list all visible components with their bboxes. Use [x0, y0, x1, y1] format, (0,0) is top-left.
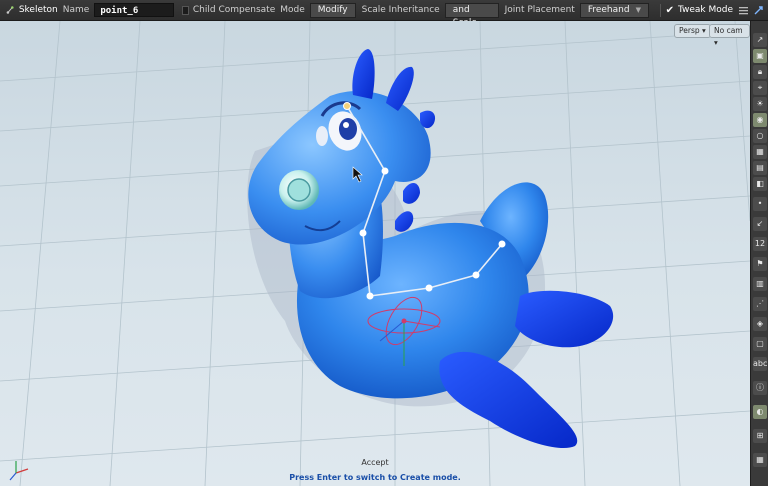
status-hint: Press Enter to switch to Create mode. — [289, 473, 461, 482]
box-icon[interactable]: ▢ — [753, 337, 767, 351]
skeleton-bone-icon — [6, 6, 14, 14]
joint-spine-2[interactable] — [472, 271, 480, 279]
tweak-mode-check-icon[interactable]: ✔ — [666, 5, 674, 16]
bulb-icon-2[interactable]: ○ — [753, 129, 767, 143]
name-field[interactable]: point_6 — [94, 3, 175, 17]
joint-placement-dropdown[interactable]: Freehand ▼ — [579, 2, 649, 18]
abc-icon[interactable]: abc — [753, 357, 767, 371]
view-icon[interactable]: ▣ — [753, 49, 767, 63]
handle-icon[interactable] — [753, 5, 764, 16]
point-icon[interactable]: ⋰ — [753, 297, 767, 311]
scene-viewport[interactable]: Persp ▾ No cam ▾ Accept Press Enter to s… — [0, 21, 750, 486]
houdini-app: Skeleton Name point_6 Child Compensate M… — [0, 0, 768, 486]
light-bulb-icon[interactable]: ◐ — [753, 405, 767, 419]
child-compensate-label: Child Compensate — [192, 5, 276, 15]
display-options-shelf: ↗ ▣ 🔒︎ ⌖ ☀ ◉ ○ ▦ ▤ ◧ • ↙ 12 ⚑ ▥ ⋰ ◈ ▢ ab… — [750, 21, 768, 486]
persp-label: Persp — [679, 26, 700, 35]
lock-icon[interactable]: 🔒︎ — [753, 65, 767, 79]
mode-label: Mode — [280, 5, 305, 15]
mesh-icon[interactable]: ◈ — [753, 317, 767, 331]
dot-icon[interactable]: • — [753, 197, 767, 211]
camera-menu-button[interactable]: No cam ▾ — [709, 24, 750, 47]
grid-icon-2[interactable]: ▦ — [753, 453, 767, 467]
child-compensate-checkbox[interactable] — [182, 5, 189, 15]
info-icon[interactable]: ⓘ — [753, 381, 767, 395]
snap-icon[interactable]: ⌖ — [753, 81, 767, 95]
camera-label: No cam — [714, 26, 743, 35]
grid-icon[interactable]: ▦ — [753, 145, 767, 159]
joint-placement-value: Freehand — [587, 4, 630, 15]
shelf-lock-icon[interactable]: ⊞ — [753, 429, 767, 443]
bulb-icon[interactable]: ◉ — [753, 113, 767, 127]
number-label: 12 — [754, 239, 766, 248]
abc-label: abc — [753, 359, 768, 368]
joint-head[interactable] — [343, 102, 351, 110]
viewport-canvas[interactable] — [0, 21, 750, 486]
joint-spine-1[interactable] — [425, 284, 433, 292]
horn-right — [386, 66, 414, 111]
shade-icon[interactable]: ◧ — [753, 177, 767, 191]
persp-menu-button[interactable]: Persp ▾ — [674, 24, 711, 38]
joint-neck-mid[interactable] — [359, 229, 367, 237]
chevron-down-icon: ▼ — [635, 5, 641, 14]
options-icon[interactable] — [738, 5, 749, 16]
ear — [420, 110, 436, 129]
nostril-inner — [287, 178, 311, 202]
scale-inheritance-dropdown[interactable]: Offset and Scale — [444, 0, 499, 28]
curve-icon[interactable]: ↙ — [753, 217, 767, 231]
toolbar-separator — [659, 3, 661, 17]
joint-placement-label: Joint Placement — [504, 5, 575, 15]
accept-label[interactable]: Accept — [0, 458, 750, 467]
horn-left — [352, 49, 375, 99]
flag-icon[interactable]: ⚑ — [753, 257, 767, 271]
number-icon[interactable]: 12 — [753, 237, 767, 251]
light-icon[interactable]: ☀ — [753, 97, 767, 111]
arrow-icon[interactable]: ↗ — [753, 33, 767, 47]
eye-left-partial — [316, 126, 328, 146]
joint-root[interactable] — [366, 292, 374, 300]
tweak-mode-label: Tweak Mode — [677, 5, 733, 15]
display-icon[interactable]: ▥ — [753, 277, 767, 291]
mode-value: Modify — [317, 4, 348, 15]
tool-options-bar: Skeleton Name point_6 Child Compensate M… — [0, 0, 768, 28]
scale-inheritance-label: Scale Inheritance — [361, 5, 440, 15]
mode-dropdown[interactable]: Modify — [309, 2, 356, 18]
wire-icon[interactable]: ▤ — [753, 161, 767, 175]
name-label: Name — [62, 5, 90, 15]
joint-tail[interactable] — [498, 240, 506, 248]
joint-neck-top[interactable] — [381, 167, 389, 175]
tool-name: Skeleton — [18, 5, 58, 15]
back-fin-1 — [403, 182, 420, 204]
